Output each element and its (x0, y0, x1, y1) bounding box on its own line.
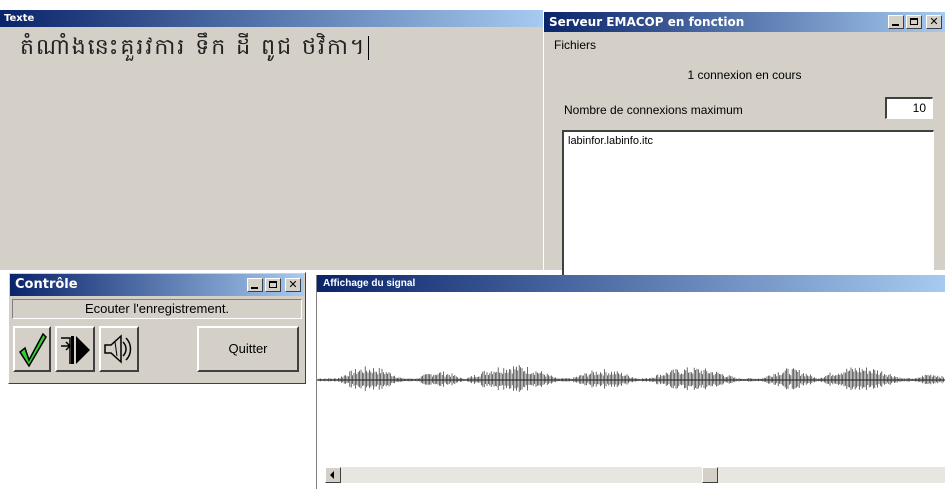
controle-status-text: Ecouter l'enregistrement. (84, 301, 230, 316)
close-button[interactable]: ✕ (285, 278, 301, 292)
arrow-left-icon (330, 471, 334, 479)
khmer-text: តំណាំងនេះគួរវការ ទឹក ដី ពូជ ថវិកា។ (20, 35, 367, 60)
maximize-icon (269, 281, 277, 288)
texte-window: Texte តំណាំងនេះគួរវការ ទឹក ដី ពូជ ថវិកា។ (0, 10, 543, 270)
signal-titlebar[interactable]: Affichage du signal (317, 275, 945, 292)
maximize-button[interactable] (906, 15, 922, 29)
close-button[interactable]: ✕ (926, 15, 942, 29)
signal-window: Affichage du signal (316, 275, 945, 489)
connections-list[interactable]: labinfor.labinfo.itc (562, 130, 934, 280)
minimize-icon (251, 287, 258, 289)
scroll-left-button[interactable] (325, 467, 341, 483)
controle-title: Contrôle (15, 277, 78, 292)
text-cursor (368, 36, 370, 60)
max-connections-input[interactable]: 10 (885, 97, 933, 119)
minimize-button[interactable] (247, 278, 263, 292)
validate-button[interactable] (13, 326, 51, 372)
close-icon: ✕ (288, 278, 298, 291)
connection-status: 1 connexion en cours (687, 68, 802, 82)
play-sound-button[interactable] (99, 326, 139, 372)
server-titlebar[interactable]: Serveur EMACOP en fonction ✕ (544, 12, 945, 32)
server-window: Serveur EMACOP en fonction ✕ Fichiers 1 … (544, 12, 945, 280)
texte-title: Texte (4, 13, 35, 24)
controle-titlebar[interactable]: Contrôle ✕ (10, 274, 304, 296)
minimize-button[interactable] (888, 15, 904, 29)
max-connections-label: Nombre de connexions maximum (564, 103, 743, 117)
waveform (317, 365, 945, 392)
quit-label: Quitter (228, 341, 268, 356)
validate-check-icon (19, 332, 47, 368)
texte-titlebar[interactable]: Texte (0, 10, 543, 27)
texte-content-area[interactable]: តំណាំងនេះគួរវការ ទឹក ដី ពូជ ថវិកា។ (0, 27, 543, 270)
controle-window: Contrôle ✕ Ecouter l'enregistrement. Qui… (8, 272, 306, 384)
minimize-icon (892, 24, 899, 26)
controle-status-bar: Ecouter l'enregistrement. (12, 299, 302, 319)
server-title: Serveur EMACOP en fonction (549, 15, 745, 29)
maximize-button[interactable] (265, 278, 281, 292)
horizontal-scrollbar[interactable] (325, 467, 945, 483)
max-connections-value: 10 (912, 101, 926, 115)
close-icon: ✕ (929, 15, 939, 28)
quit-button[interactable]: Quitter (197, 326, 299, 372)
speaker-icon (104, 334, 132, 364)
step-play-button[interactable] (55, 326, 95, 372)
signal-title: Affichage du signal (323, 278, 416, 289)
file-menu[interactable]: Fichiers (554, 38, 596, 52)
maximize-icon (910, 18, 918, 25)
step-play-icon (61, 336, 90, 364)
scroll-thumb[interactable] (702, 467, 718, 483)
list-item[interactable]: labinfor.labinfo.itc (568, 135, 929, 147)
